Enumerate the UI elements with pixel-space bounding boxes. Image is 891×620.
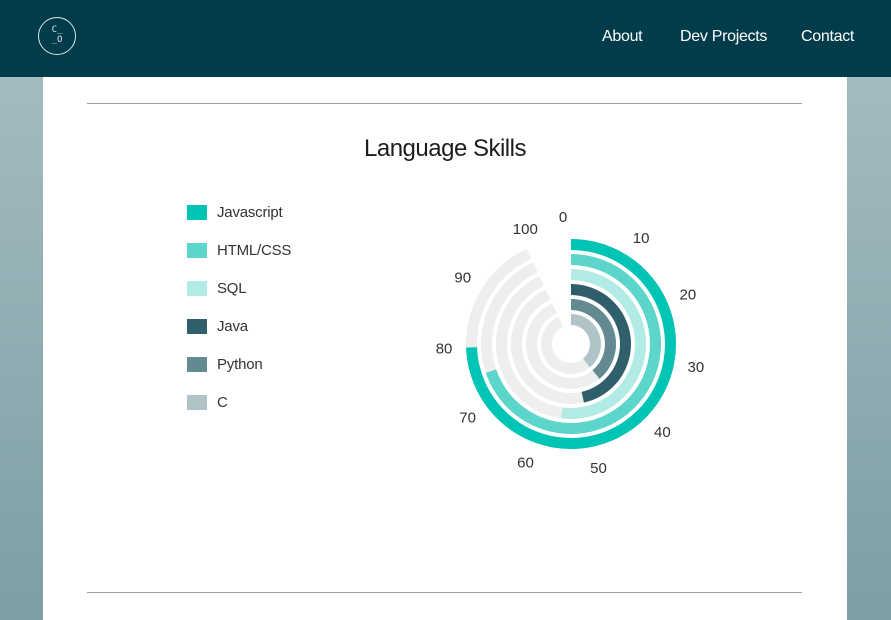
- nav-dev-projects[interactable]: Dev Projects: [680, 28, 767, 46]
- bottom-divider: [87, 592, 802, 593]
- logo-line-2: _O: [51, 35, 63, 45]
- content-card: Language Skills Javascript HTML/CSS SQL Jav…: [43, 77, 847, 620]
- bar-c[interactable]: [571, 314, 601, 368]
- radial-bar-chart: 0 10 20 30 40 50 60 70 80 90 100: [436, 209, 705, 477]
- logo-line-1: C_: [51, 25, 63, 35]
- tick-label-100: 100: [513, 221, 538, 238]
- tick-label-40: 40: [654, 424, 671, 441]
- tick-label-80: 80: [436, 340, 453, 357]
- tick-label-60: 60: [517, 455, 534, 472]
- tick-label-0: 0: [559, 209, 567, 226]
- tick-label-10: 10: [633, 230, 650, 247]
- nav-contact[interactable]: Contact: [801, 28, 854, 46]
- tick-label-50: 50: [590, 460, 607, 477]
- logo[interactable]: C_ _O: [38, 17, 76, 55]
- navbar: C_ _O About Dev Projects Contact: [0, 0, 891, 77]
- tick-label-30: 30: [688, 359, 705, 376]
- nav-about[interactable]: About: [602, 28, 643, 46]
- tick-label-90: 90: [454, 270, 471, 287]
- tick-label-70: 70: [459, 410, 476, 427]
- tick-label-20: 20: [680, 286, 697, 303]
